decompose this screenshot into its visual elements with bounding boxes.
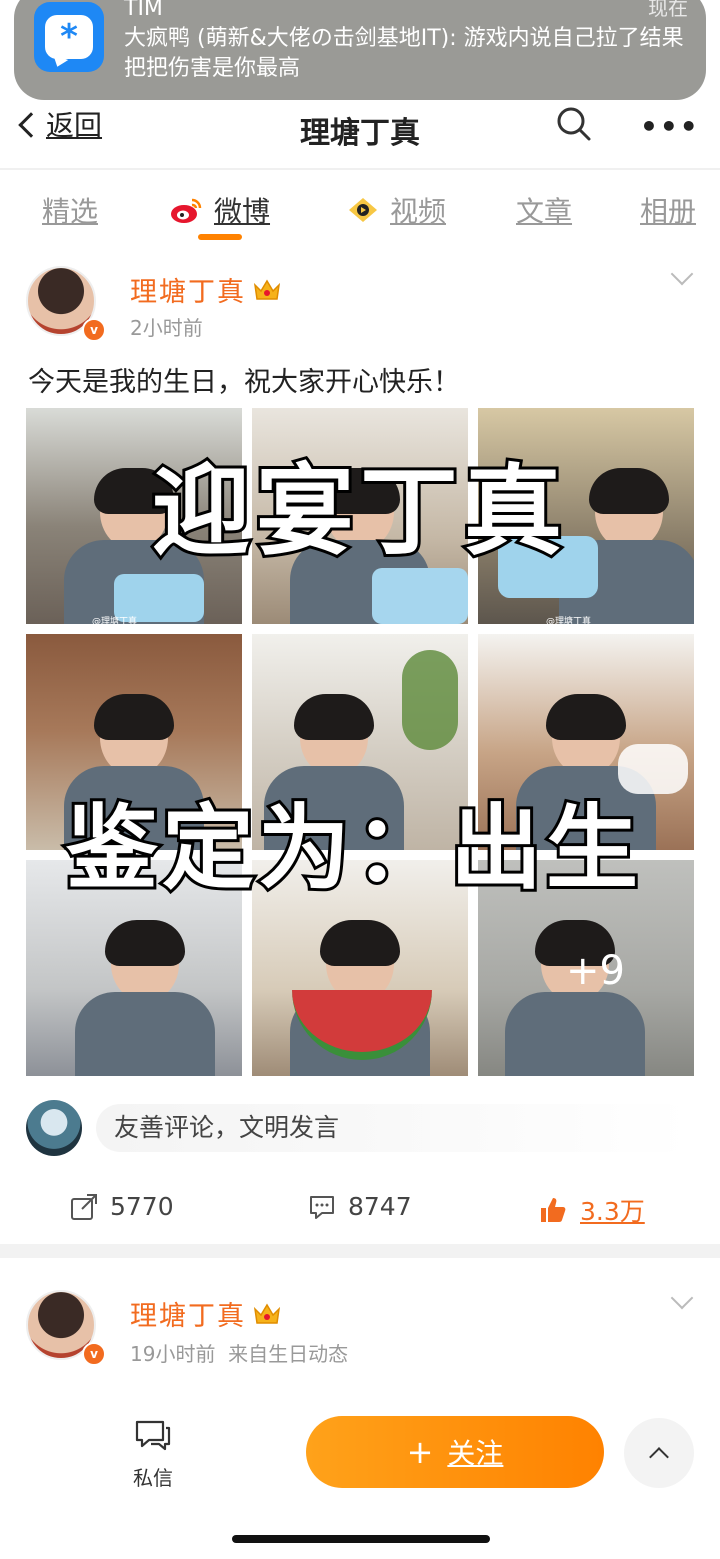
- tab-articles[interactable]: 文章: [516, 190, 572, 230]
- tab-featured[interactable]: 精选: [42, 190, 98, 230]
- more-images-count[interactable]: +9: [566, 948, 625, 994]
- nav-header: 返回 理塘丁真 •••: [0, 100, 720, 160]
- notification-text: 大疯鸭 (萌新&大佬の击剑基地IT): 游戏内说自己拉了结果把把伤害是你最高: [124, 26, 684, 81]
- image-caption-top: 迎宴丁真: [149, 452, 568, 572]
- post-avatar[interactable]: v: [26, 1290, 106, 1370]
- comment-icon: [310, 1195, 334, 1219]
- crown-icon: [253, 279, 281, 300]
- search-icon[interactable]: [556, 106, 592, 142]
- post-avatar[interactable]: v: [26, 266, 106, 346]
- scroll-top-button[interactable]: [624, 1418, 694, 1488]
- notification-app-name: TIM: [124, 0, 163, 21]
- repost-count: 5770: [110, 1192, 174, 1221]
- post-username[interactable]: 理塘丁真: [130, 1294, 282, 1333]
- dm-label: 私信: [133, 1466, 173, 1490]
- like-count: 3.3万: [580, 1197, 645, 1226]
- image-watermark: @理塘丁真: [92, 617, 138, 627]
- header-divider: [0, 168, 720, 170]
- notification-banner[interactable]: * TIM 现在 大疯鸭 (萌新&大佬の击剑基地IT): 游戏内说自己拉了结果把…: [14, 0, 706, 100]
- weibo-icon: [171, 198, 202, 223]
- plus-icon: +: [406, 1433, 434, 1471]
- my-avatar: [26, 1100, 82, 1156]
- video-icon: [349, 198, 377, 222]
- repost-button[interactable]: 5770: [70, 1192, 174, 1221]
- crown-icon: [253, 1303, 281, 1324]
- active-tab-indicator: [198, 234, 242, 240]
- like-button[interactable]: 3.3万: [538, 1192, 645, 1228]
- notification-time: 现在: [648, 0, 688, 20]
- tab-video[interactable]: 视频: [346, 190, 446, 230]
- message-icon: [135, 1420, 171, 1451]
- home-indicator[interactable]: [232, 1535, 490, 1543]
- image-caption-bottom: 鉴定为：出生: [63, 792, 643, 905]
- post-text: 今天是我的生日，祝大家开心快乐！: [28, 367, 460, 398]
- follow-label: 关注: [447, 1437, 504, 1470]
- chevron-down-icon[interactable]: [670, 1286, 694, 1310]
- image-watermark: @理塘丁真: [546, 617, 592, 627]
- follow-button[interactable]: + 关注: [306, 1416, 604, 1488]
- share-icon: [71, 1193, 97, 1220]
- verified-badge-icon: v: [82, 1342, 106, 1366]
- thumbs-up-icon: [541, 1198, 566, 1222]
- tim-icon: *: [34, 2, 104, 72]
- post-username[interactable]: 理塘丁真: [130, 270, 282, 309]
- page-title: 理塘丁真: [300, 116, 420, 151]
- verified-badge-icon: v: [82, 318, 106, 342]
- comment-button[interactable]: 8747: [308, 1192, 412, 1221]
- comment-input[interactable]: 友善评论，文明发言: [96, 1104, 692, 1152]
- post-source: 来自生日动态: [228, 1342, 349, 1366]
- chevron-up-icon: [649, 1447, 669, 1467]
- post-separator: [0, 1244, 720, 1258]
- post-time: 2小时前: [130, 316, 203, 340]
- chevron-down-icon[interactable]: [670, 262, 694, 286]
- bottom-action-bar: 私信 + 关注: [0, 1396, 720, 1526]
- tab-albums[interactable]: 相册: [640, 190, 696, 230]
- more-icon[interactable]: •••: [640, 110, 700, 143]
- tab-weibo[interactable]: 微博: [170, 190, 270, 230]
- post-time: 19小时前 来自生日动态: [130, 1342, 349, 1366]
- direct-message-button[interactable]: 私信: [128, 1418, 178, 1491]
- comment-count: 8747: [348, 1192, 412, 1221]
- post-image-grid: 迎宴丁真 鉴定为：出生 +9 @理塘丁真 @理塘丁真: [26, 408, 694, 1076]
- profile-tabs: 精选 微博 视频 文章 相册: [0, 182, 720, 242]
